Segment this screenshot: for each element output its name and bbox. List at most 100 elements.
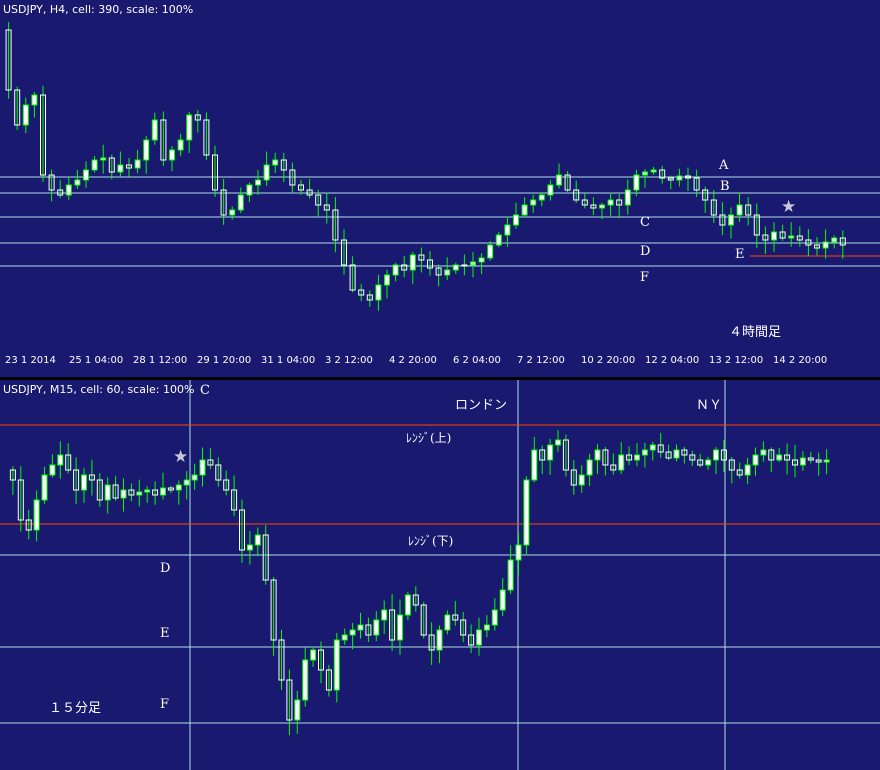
candle-body <box>555 439 561 446</box>
candle-body <box>175 484 182 491</box>
x-tick: 29 1 20:00 <box>197 355 252 366</box>
candle-body <box>744 464 751 476</box>
candle-body <box>397 614 403 641</box>
candle-body <box>641 449 648 456</box>
candle-body <box>333 639 340 691</box>
candle-body <box>57 454 64 466</box>
x-tick: 6 2 04:00 <box>453 355 501 366</box>
level-label-d: D <box>640 244 651 259</box>
candle-body <box>618 454 625 471</box>
candle-body <box>650 169 657 173</box>
candle-body <box>169 149 175 161</box>
candle-body <box>100 157 107 161</box>
candle-body <box>799 457 806 466</box>
candle-body <box>515 544 522 561</box>
candle-body <box>341 634 348 641</box>
candle-body <box>349 629 356 636</box>
candle-body <box>294 699 301 721</box>
candle-body <box>491 609 498 626</box>
candle-body <box>160 487 166 496</box>
x-tick: 28 1 12:00 <box>133 355 188 366</box>
candle-body <box>634 454 640 461</box>
candle-body <box>461 264 468 267</box>
candle-body <box>531 449 538 481</box>
session-label-ny: ＮＹ <box>696 398 723 413</box>
level-label-a: A <box>719 158 729 173</box>
candle-body <box>83 169 89 181</box>
candle-body <box>760 449 767 456</box>
candle-body <box>381 609 388 621</box>
candle-body <box>470 261 476 266</box>
level-label-c: C <box>640 215 650 230</box>
candle-body <box>499 589 506 611</box>
candle-body <box>272 159 279 166</box>
candle-body <box>199 459 206 476</box>
x-tick: 12 2 04:00 <box>645 355 700 366</box>
x-tick: 7 2 12:00 <box>517 355 565 366</box>
h4-chart-panel[interactable]: USDJPY, H4, cell: 390, scale: 100% A B C… <box>0 0 880 350</box>
candle-body <box>538 194 545 201</box>
candle-body <box>547 184 554 196</box>
candle-body <box>736 204 743 216</box>
x-tick: 23 1 2014 <box>5 355 56 366</box>
x-tick: 4 2 20:00 <box>389 355 437 366</box>
candle-body <box>229 209 236 216</box>
candle-body <box>642 171 648 176</box>
candle-body <box>607 199 614 206</box>
candle-body <box>578 474 585 486</box>
star-icon: ★ <box>781 197 797 217</box>
candle-body <box>263 164 270 181</box>
candle-body <box>22 104 29 126</box>
candle-body <box>104 484 111 501</box>
h4-note: ４時間足 <box>729 325 782 340</box>
candle-body <box>246 184 253 196</box>
candle-body <box>302 659 309 701</box>
candle-body <box>237 194 244 211</box>
candle-body <box>487 244 494 259</box>
candle-body <box>151 119 158 141</box>
candle-body <box>409 254 416 271</box>
candle-body <box>444 269 451 276</box>
candle-body <box>507 559 514 591</box>
candle-body <box>831 237 838 243</box>
candle-body <box>254 534 261 546</box>
candle-body <box>31 94 38 106</box>
x-tick: 31 1 04:00 <box>261 355 316 366</box>
candle-body <box>183 479 190 486</box>
h4-chart-title: USDJPY, H4, cell: 390, scale: 100% <box>3 3 194 16</box>
x-tick: 10 2 20:00 <box>581 355 636 366</box>
candle-body <box>771 231 777 241</box>
candle-body <box>823 459 830 463</box>
candle-body <box>136 491 143 496</box>
candle-body <box>191 474 198 481</box>
candle-body <box>404 594 411 616</box>
candle-body <box>144 489 151 493</box>
h4-candlestick-chart <box>0 22 880 311</box>
session-label-c: C <box>200 383 210 398</box>
candle-body <box>357 624 364 631</box>
candle-body <box>143 139 150 161</box>
candle-body <box>513 214 519 226</box>
candle-body <box>776 454 783 461</box>
candle-body <box>33 499 40 531</box>
h4-time-axis: 23 1 2014 25 1 04:00 28 1 12:00 29 1 20:… <box>0 350 880 377</box>
m15-chart-panel[interactable]: USDJPY, M15, cell: 60, scale: 100% C ロンド… <box>0 380 880 770</box>
candle-body <box>594 449 601 461</box>
candle-body <box>49 464 56 476</box>
candle-body <box>705 459 712 466</box>
candle-body <box>186 114 193 141</box>
candle-body <box>478 257 485 263</box>
candle-body <box>117 164 124 173</box>
candle-body <box>134 159 141 169</box>
session-label-london: ロンドン <box>455 398 508 413</box>
candle-body <box>586 459 593 476</box>
candle-body <box>177 139 184 151</box>
x-tick: 13 2 12:00 <box>709 355 764 366</box>
candle-body <box>255 179 261 186</box>
candle-body <box>599 204 605 209</box>
candle-body <box>556 174 562 186</box>
candle-body <box>673 449 680 459</box>
candle-body <box>504 224 511 236</box>
candle-body <box>521 204 528 216</box>
range-upper-label: ﾚﾝｼﾞ(上) <box>406 431 452 445</box>
